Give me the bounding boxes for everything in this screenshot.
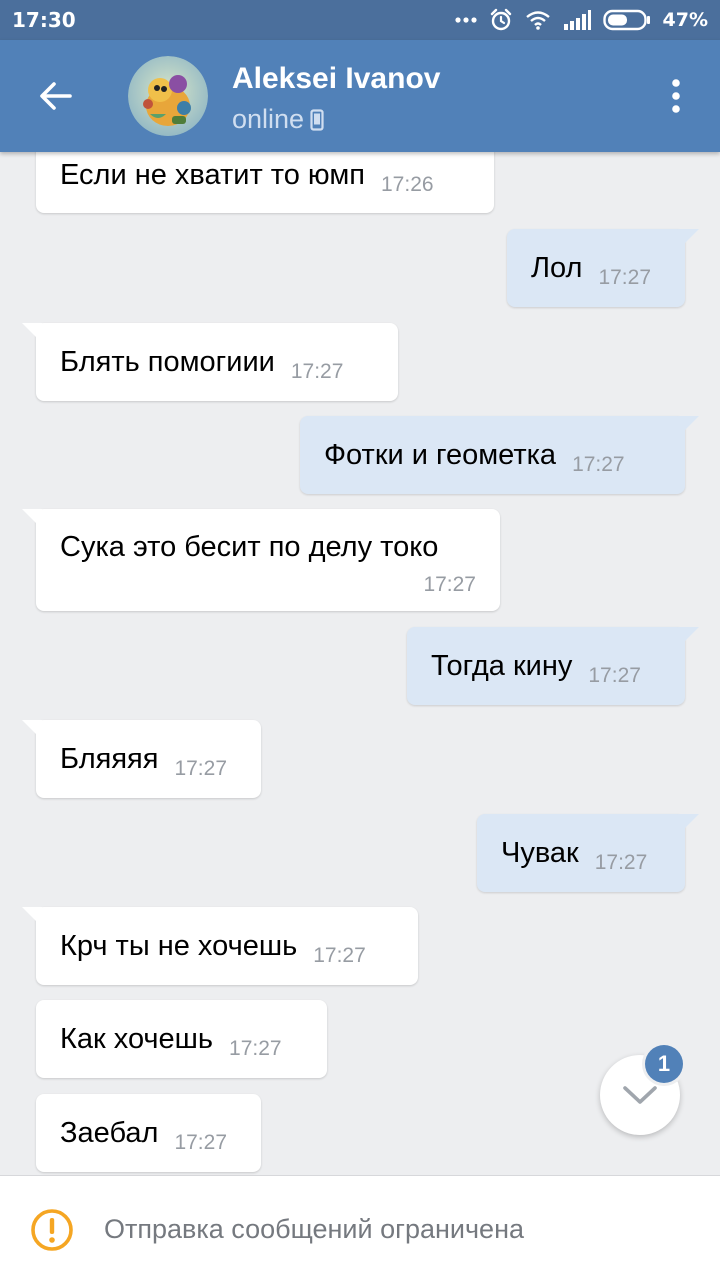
more-dots-icon xyxy=(454,16,477,24)
bubble-tail xyxy=(679,229,699,249)
chevron-down-icon xyxy=(623,1086,657,1104)
back-arrow-icon xyxy=(40,82,72,110)
message-text: Тогда кину xyxy=(431,649,573,682)
overflow-menu-icon xyxy=(672,79,680,113)
message-time: 17:27 xyxy=(313,944,366,967)
message-time: 17:27 xyxy=(174,1131,228,1154)
bubble-tail xyxy=(679,814,699,834)
message-time: 17:26 xyxy=(381,173,434,196)
message-bubble-outgoing[interactable]: Фотки и геометка 17:27 xyxy=(300,416,699,494)
message-text: Бляяяя xyxy=(60,742,159,775)
battery-icon xyxy=(602,9,651,31)
composer-restricted-bar: Отправка сообщений ограничена xyxy=(0,1175,720,1281)
battery-percentage: 47% xyxy=(662,9,708,31)
signal-icon xyxy=(563,10,591,30)
message-bubble-outgoing[interactable]: Чувак 17:27 xyxy=(477,814,699,892)
message-time: 17:27 xyxy=(598,266,652,289)
message-time: 17:27 xyxy=(572,453,625,476)
bubble-tail xyxy=(22,509,42,529)
message-bubble-incoming[interactable]: Заебал 17:27 xyxy=(36,1094,261,1172)
wifi-icon xyxy=(525,10,551,30)
bubble-tail xyxy=(22,323,42,343)
avatar[interactable] xyxy=(128,56,208,136)
message-text: Фотки и геометка xyxy=(324,438,557,471)
message-bubble-incoming[interactable]: Бляяяя 17:27 xyxy=(22,720,261,798)
message-text: Чувак xyxy=(501,836,579,869)
message-text: Сука это бесит по делу токо xyxy=(60,531,439,563)
message-text: Блять помогиии xyxy=(60,345,275,378)
message-bubble-outgoing[interactable]: Лол 17:27 xyxy=(507,229,699,307)
mobile-icon xyxy=(310,108,324,131)
message-text: Как хочешь xyxy=(60,1022,214,1055)
message-bubble-incoming[interactable]: Как хочешь 17:27 xyxy=(36,1000,327,1078)
message-time: 17:27 xyxy=(229,1037,282,1060)
message-time: 17:27 xyxy=(174,757,228,780)
message-time: 17:27 xyxy=(588,664,641,687)
bubble-tail xyxy=(679,416,699,436)
contact-name: Aleksei Ivanov xyxy=(232,62,441,95)
unread-count-badge: 1 xyxy=(645,1045,683,1083)
message-text: Заебал xyxy=(60,1116,159,1149)
contact-status: online xyxy=(232,104,324,135)
message-text: Крч ты не хочешь xyxy=(60,929,298,962)
status-time: 17:30 xyxy=(12,8,76,32)
message-time: 17:27 xyxy=(423,573,476,596)
message-time: 17:27 xyxy=(290,360,344,383)
alarm-icon xyxy=(489,8,513,32)
warning-icon xyxy=(31,1209,73,1251)
message-bubble-incoming[interactable]: Блять помогиии 17:27 xyxy=(22,323,398,401)
message-text: Если не хватит то юмп xyxy=(60,158,365,191)
message-time: 17:27 xyxy=(594,851,648,874)
message-text: Лол xyxy=(531,251,583,284)
overflow-menu-button[interactable] xyxy=(652,72,700,120)
bubble-tail xyxy=(679,627,699,647)
restriction-message: Отправка сообщений ограничена xyxy=(104,1214,524,1244)
back-button[interactable] xyxy=(20,60,92,132)
presence-label: online xyxy=(232,104,305,134)
status-bar: 17:30 47% xyxy=(0,0,720,40)
bubble-tail xyxy=(22,720,42,740)
message-bubble-outgoing[interactable]: Тогда кину 17:27 xyxy=(407,627,699,705)
status-icons: 47% xyxy=(454,6,708,34)
message-bubble-incoming[interactable]: Крч ты не хочешь 17:27 xyxy=(22,907,418,985)
bubble-tail xyxy=(22,907,42,927)
message-bubble-incoming[interactable]: Сука это бесит по делу токо 17:27 xyxy=(22,509,500,611)
chat-header: Aleksei Ivanov online xyxy=(0,40,720,152)
